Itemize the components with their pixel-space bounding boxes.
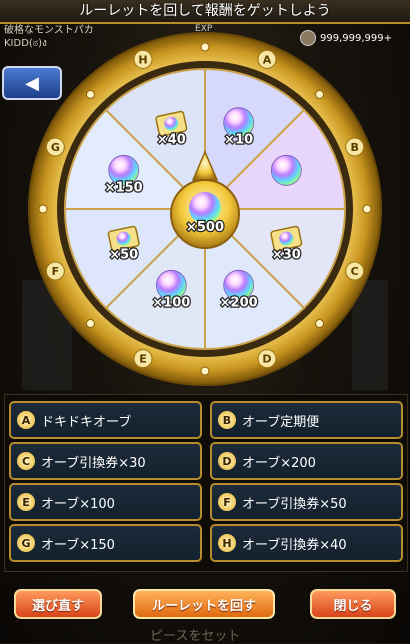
hub-label: ×500 <box>186 220 224 235</box>
segment-letter-a: A <box>263 53 272 66</box>
reward-option-a: A ドキドキオーブ <box>9 401 202 439</box>
page-title: ルーレットを回して報酬をゲットしよう <box>79 3 331 19</box>
option-letter-badge: A <box>17 411 35 429</box>
option-label: オーブ×100 <box>41 496 115 512</box>
option-label: ドキドキオーブ <box>41 414 132 430</box>
option-label: オーブ引換券×40 <box>242 537 347 553</box>
reward-option-f: F オーブ引換券×50 <box>210 483 403 521</box>
wheel-stud <box>85 319 95 329</box>
wheel-stud <box>38 204 48 214</box>
segment-letter-e: E <box>139 353 147 366</box>
segment-letter-g: G <box>51 141 60 154</box>
segment-label-e: ×100 <box>152 295 190 310</box>
reselect-button[interactable]: 選び直す <box>14 589 102 619</box>
wheel-stud <box>315 319 325 329</box>
wheel-stud <box>362 204 372 214</box>
reward-option-b: B オーブ定期便 <box>210 401 403 439</box>
reward-option-c: C オーブ引換券×30 <box>9 442 202 480</box>
option-label: オーブ定期便 <box>242 414 320 430</box>
segment-label-a: ×10 <box>224 133 253 148</box>
header-banner: ルーレットを回して報酬をゲットしよう <box>0 0 410 24</box>
wheel-stud <box>315 89 325 99</box>
spin-roulette-button[interactable]: ルーレットを回す <box>133 589 275 619</box>
segment-label-g: ×150 <box>105 180 143 195</box>
option-label: オーブ引換券×30 <box>41 455 146 471</box>
option-label: オーブ×150 <box>41 537 115 553</box>
close-button[interactable]: 閉じる <box>310 589 396 619</box>
option-letter-badge: E <box>17 493 35 511</box>
set-piece-label: ピースをセット <box>150 629 241 644</box>
segment-label-h: ×40 <box>157 133 186 148</box>
option-letter-badge: D <box>218 452 236 470</box>
segment-label-d: ×200 <box>220 295 258 310</box>
segment-letter-h: H <box>138 53 147 66</box>
segment-label-f: ×50 <box>109 248 138 263</box>
reward-option-h: H オーブ引換券×40 <box>210 524 403 562</box>
segment-letter-b: B <box>350 141 358 154</box>
reward-option-e: E オーブ×100 <box>9 483 202 521</box>
segment-label-c: ×30 <box>272 248 301 263</box>
wheel-stud <box>200 42 210 52</box>
roulette-wheel-svg: ×10 ×30 ×200 ×100 ×50 ×150 ×40 A B C D E F G H ×500 <box>28 32 382 386</box>
roulette-wheel: ×10 ×30 ×200 ×100 ×50 ×150 ×40 A B C D E F G H ×500 <box>26 30 384 388</box>
reward-list-panel: A ドキドキオーブ B オーブ定期便 C オーブ引換券×30 D オーブ×200 E オーブ×10… <box>4 394 408 572</box>
wheel-stud <box>200 366 210 376</box>
option-letter-badge: C <box>17 452 35 470</box>
reward-option-g: G オーブ×150 <box>9 524 202 562</box>
option-letter-badge: H <box>218 534 236 552</box>
option-label: オーブ×200 <box>242 455 316 471</box>
segment-letter-f: F <box>52 265 60 278</box>
segment-letter-c: C <box>351 265 359 278</box>
wheel-stud <box>85 89 95 99</box>
orb-icon <box>270 154 302 186</box>
option-letter-badge: F <box>218 493 236 511</box>
option-letter-badge: B <box>218 411 236 429</box>
segment-letter-d: D <box>262 353 271 366</box>
reward-option-d: D オーブ×200 <box>210 442 403 480</box>
option-label: オーブ引換券×50 <box>242 496 347 512</box>
option-letter-badge: G <box>17 534 35 552</box>
